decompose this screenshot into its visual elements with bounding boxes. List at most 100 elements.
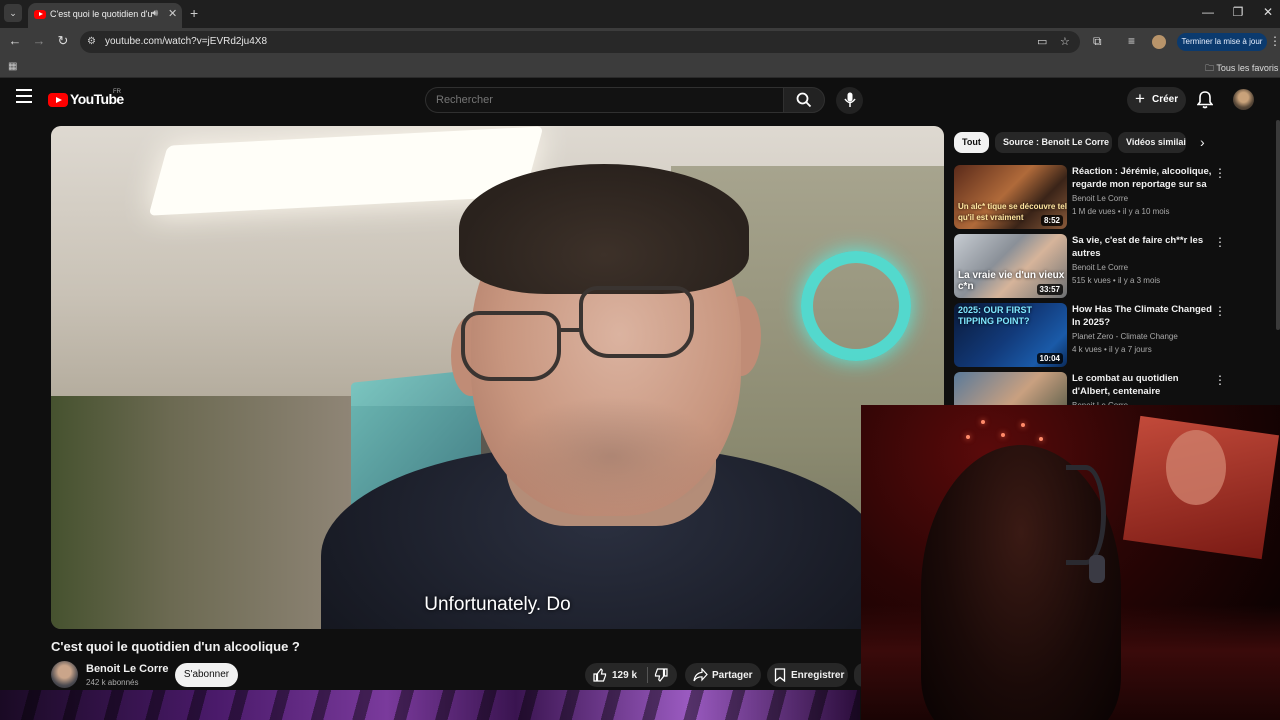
forward-icon[interactable]: → bbox=[30, 33, 48, 48]
recommendation-title[interactable]: Réaction : Jérémie, alcoolique, regarde … bbox=[1072, 165, 1212, 191]
all-bookmarks-folder[interactable]: 🗀︎ Tous les favoris bbox=[1205, 61, 1278, 77]
share-button[interactable]: Partager bbox=[685, 663, 761, 687]
bookmark-star-icon[interactable]: ☆ bbox=[1060, 35, 1070, 48]
thumbnail-text: 2025: OUR FIRST TIPPING POINT? bbox=[958, 305, 1033, 326]
close-tab-icon[interactable]: ✕ bbox=[168, 7, 177, 20]
description-preview-image bbox=[0, 690, 860, 720]
webcam-string-light bbox=[1039, 437, 1043, 441]
url-text: youtube.com/watch?v=jEVRd2ju4X8 bbox=[105, 36, 268, 47]
browser-menu-icon[interactable]: ⋮ bbox=[1269, 34, 1280, 48]
chip-all[interactable]: Tout bbox=[954, 132, 989, 153]
back-icon[interactable]: ← bbox=[6, 33, 24, 48]
close-window-icon[interactable]: ✕ bbox=[1258, 5, 1278, 19]
recommendation-channel[interactable]: Planet Zero - Climate Change bbox=[1072, 332, 1178, 341]
recommendation-thumbnail[interactable]: Un alc* tique se découvre tel qu'il est … bbox=[954, 165, 1067, 229]
install-app-icon[interactable]: ▭ bbox=[1037, 35, 1047, 48]
recommendation-channel[interactable]: Benoit Le Corre bbox=[1072, 194, 1128, 203]
recommendation-thumbnail[interactable]: La vraie vie d'un vieux c*n 33:57 bbox=[954, 234, 1067, 298]
recommendation-item[interactable]: 2025: OUR FIRST TIPPING POINT? 10:04 How… bbox=[954, 303, 1276, 367]
reload-icon[interactable]: ↻ bbox=[54, 33, 72, 49]
notifications-bell-icon[interactable] bbox=[1197, 91, 1213, 109]
dislike-button[interactable] bbox=[654, 668, 668, 687]
recommendation-title[interactable]: Sa vie, c'est de faire ch**r les autres bbox=[1072, 234, 1212, 260]
sidebar-scrollbar[interactable] bbox=[1276, 120, 1280, 330]
video-frame-glasses bbox=[557, 328, 583, 332]
thumbs-up-icon bbox=[593, 668, 607, 682]
search-box[interactable] bbox=[425, 87, 783, 113]
apps-grid-icon[interactable]: ▦ bbox=[8, 61, 17, 72]
channel-name[interactable]: Benoit Le Corre bbox=[86, 663, 169, 675]
subscriber-count: 242 k abonnés bbox=[86, 678, 139, 687]
more-options-icon[interactable]: ⋮ bbox=[1214, 166, 1226, 180]
video-title: C'est quoi le quotidien d'un alcoolique … bbox=[51, 639, 300, 654]
video-frame-glasses bbox=[461, 311, 561, 381]
maximize-icon[interactable]: ❐ bbox=[1228, 5, 1248, 19]
browser-toolbar: ← → ↻ ⚙︎ youtube.com/watch?v=jEVRd2ju4X8… bbox=[0, 28, 1280, 56]
save-label: Enregistrer bbox=[791, 670, 845, 681]
recommendation-title[interactable]: How Has The Climate Changed In 2025? bbox=[1072, 303, 1212, 329]
video-duration: 8:52 bbox=[1040, 215, 1063, 226]
video-player[interactable]: Unfortunately. Do bbox=[51, 126, 944, 629]
reading-list-icon[interactable]: ≡ bbox=[1128, 34, 1135, 48]
bookmark-icon bbox=[774, 668, 786, 682]
video-subtitle: Unfortunately. Do bbox=[424, 594, 571, 615]
like-dislike-group: 129 k bbox=[585, 663, 677, 687]
video-frame-person-beard bbox=[501, 396, 721, 516]
share-icon bbox=[693, 668, 708, 682]
recommendation-channel[interactable]: Benoit Le Corre bbox=[1072, 263, 1128, 272]
share-label: Partager bbox=[712, 670, 753, 681]
search-button[interactable] bbox=[783, 87, 825, 113]
webcam-string-light bbox=[1021, 423, 1025, 427]
thumbs-down-icon bbox=[654, 668, 668, 682]
browser-tab[interactable]: C'est quoi le quotidien d'un alcoolique … bbox=[28, 3, 182, 28]
like-count: 129 k bbox=[612, 670, 638, 681]
recommendation-thumbnail[interactable]: 2025: OUR FIRST TIPPING POINT? 10:04 bbox=[954, 303, 1067, 367]
update-button[interactable]: Terminer la mise à jour bbox=[1177, 33, 1267, 51]
webcam-string-light bbox=[966, 435, 970, 439]
chip-source[interactable]: Source : Benoit Le Corre bbox=[995, 132, 1112, 153]
folder-icon: 🗀︎ bbox=[1205, 63, 1217, 73]
chip-similar[interactable]: Vidéos similaires bbox=[1118, 132, 1186, 153]
new-tab-icon[interactable]: + bbox=[190, 5, 198, 21]
create-button[interactable]: + Créer bbox=[1127, 87, 1186, 113]
site-info-icon[interactable]: ⚙︎ bbox=[87, 36, 96, 47]
create-label: Créer bbox=[1152, 94, 1179, 105]
save-button[interactable]: Enregistrer bbox=[767, 663, 848, 687]
subscribe-button[interactable]: S'abonner bbox=[175, 663, 238, 687]
youtube-favicon-icon bbox=[34, 10, 46, 19]
more-options-icon[interactable]: ⋮ bbox=[1214, 373, 1226, 387]
browser-tab-bar: ⌄ C'est quoi le quotidien d'un alcooliqu… bbox=[0, 0, 1280, 28]
voice-search-button[interactable] bbox=[836, 87, 863, 114]
channel-avatar[interactable] bbox=[51, 661, 78, 688]
search-input[interactable] bbox=[436, 94, 766, 106]
webcam-headset bbox=[1066, 465, 1106, 565]
video-frame-lamp bbox=[801, 251, 911, 361]
minimize-icon[interactable]: — bbox=[1198, 5, 1218, 19]
recommendation-item[interactable]: La vraie vie d'un vieux c*n 33:57 Sa vie… bbox=[954, 234, 1276, 298]
more-options-icon[interactable]: ⋮ bbox=[1214, 235, 1226, 249]
youtube-header: YouTube FR + Créer bbox=[0, 80, 1280, 120]
recommendation-item[interactable]: Un alc* tique se découvre tel qu'il est … bbox=[954, 165, 1276, 229]
search-icon bbox=[796, 92, 812, 108]
account-avatar[interactable] bbox=[1233, 89, 1254, 110]
microphone-icon bbox=[843, 92, 856, 107]
recommendation-title[interactable]: Le combat au quotidien d'Albert, centena… bbox=[1072, 372, 1212, 398]
like-button[interactable] bbox=[593, 668, 607, 687]
speaker-icon[interactable]: 🔊︎ bbox=[152, 8, 158, 19]
chevron-right-icon[interactable]: › bbox=[1200, 134, 1205, 150]
tab-title: C'est quoi le quotidien d'un alcoolique … bbox=[50, 9, 152, 19]
tab-search-icon[interactable]: ⌄ bbox=[4, 4, 22, 22]
webcam-string-light bbox=[1001, 433, 1005, 437]
extensions-icon[interactable]: ⧉ bbox=[1093, 34, 1102, 49]
menu-icon[interactable] bbox=[16, 89, 32, 103]
country-code: FR bbox=[113, 89, 121, 95]
more-options-icon[interactable]: ⋮ bbox=[1214, 304, 1226, 318]
video-frame-glasses bbox=[579, 286, 694, 358]
video-frame-person-hair bbox=[459, 164, 749, 294]
recommendation-meta: 515 k vues • il y a 3 mois bbox=[1072, 276, 1161, 285]
profile-avatar[interactable] bbox=[1152, 35, 1166, 49]
webcam-string-light bbox=[981, 420, 985, 424]
recommendation-meta: 1 M de vues • il y a 10 mois bbox=[1072, 207, 1170, 216]
address-bar[interactable]: ⚙︎ youtube.com/watch?v=jEVRd2ju4X8 ▭ ☆ bbox=[80, 31, 1080, 53]
youtube-logo-icon[interactable] bbox=[48, 93, 68, 107]
